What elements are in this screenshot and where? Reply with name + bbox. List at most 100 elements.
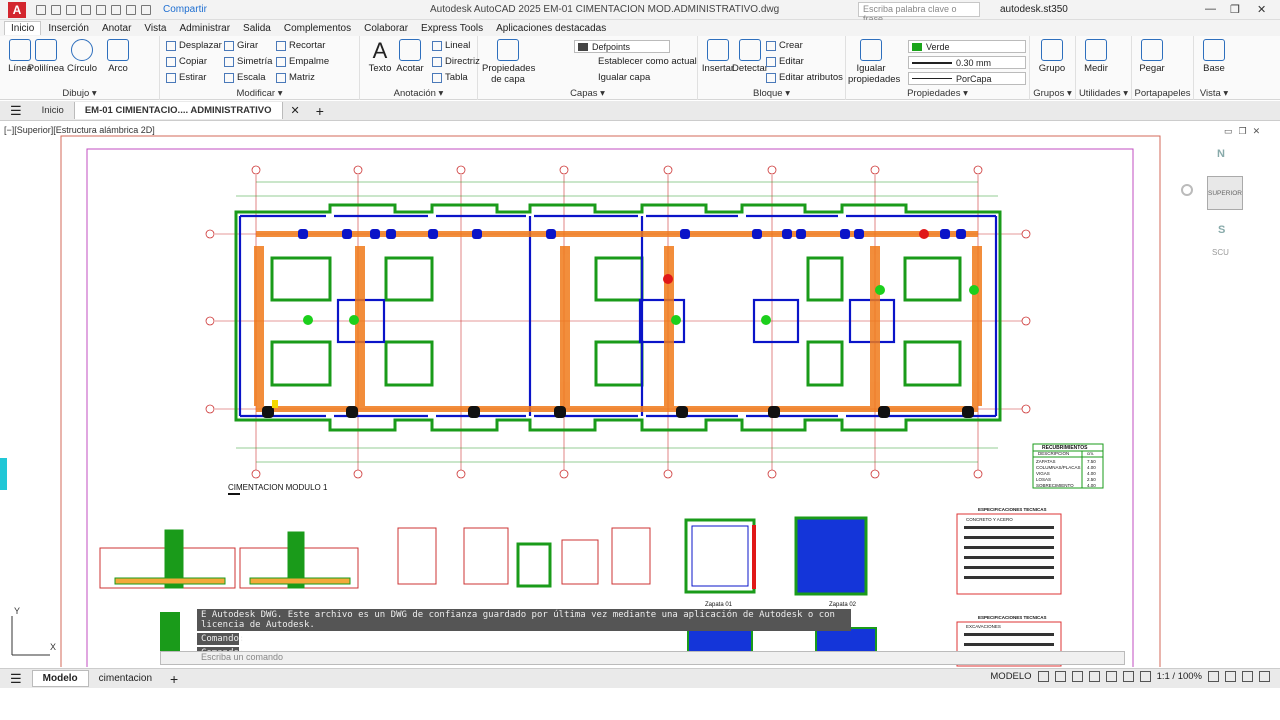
base-view-button[interactable]: Base [1194,39,1234,74]
save-icon[interactable] [66,4,76,15]
model-space-toggle[interactable]: MODELO [990,671,1031,682]
panel-title-dibujo[interactable]: Dibujo ▾ [0,88,159,99]
color-dropdown[interactable]: Verde [908,40,1026,53]
viewcube-ring-icon[interactable] [1181,184,1193,196]
viewport-restore-icon[interactable]: ❐ [1239,126,1247,137]
panel-title-anotacion[interactable]: Anotación ▾ [360,88,477,99]
array-button[interactable]: Matriz [276,72,315,83]
panel-title-capas[interactable]: Capas ▾ [478,88,697,99]
viewcube[interactable]: N SUPERIOR S SCU [1180,144,1270,264]
annotation-icon[interactable] [1139,671,1151,682]
paste-button[interactable]: Pegar [1132,39,1172,74]
tab-colaborar[interactable]: Colaborar [358,22,414,35]
trim-button[interactable]: Recortar [276,40,325,51]
circle-button[interactable]: Círculo [62,39,102,74]
drawing-canvas[interactable]: CIMENTACION MODULO 1 Zapata 01 Zapata 02 [0,121,1280,677]
tab-anotar[interactable]: Anotar [96,22,137,35]
share-button[interactable]: Compartir [163,4,207,15]
doc-tab-inicio[interactable]: Inicio [32,102,74,119]
tab-insercion[interactable]: Inserción [42,22,95,35]
new-tab-icon[interactable]: + [308,103,332,119]
viewport-minimize-icon[interactable]: ▭ [1224,126,1233,137]
tab-modelo[interactable]: Modelo [31,670,89,687]
linear-button[interactable]: Lineal [432,40,470,51]
minimize-icon[interactable]: — [1205,3,1216,15]
fillet-button[interactable]: Empalme [276,56,329,67]
panel-title-bloque[interactable]: Bloque ▾ [698,88,845,99]
detect-button[interactable]: Detectar [730,39,770,74]
tab-complementos[interactable]: Complementos [278,22,357,35]
plot-icon[interactable] [111,4,121,15]
undo-icon[interactable] [126,4,136,15]
add-icon[interactable] [1225,671,1236,682]
tab-salida[interactable]: Salida [237,22,277,35]
close-tab-icon[interactable]: ✕ [283,104,308,117]
save-as-icon[interactable] [81,4,91,15]
open-icon[interactable] [51,4,61,15]
tab-cimentacion[interactable]: cimentacion [89,671,162,686]
ortho-icon[interactable] [1071,671,1083,682]
table-button[interactable]: Tabla [432,72,468,83]
group-button[interactable]: Grupo [1032,39,1072,74]
scale-button[interactable]: Escala [224,72,266,83]
tab-inicio[interactable]: Inicio [4,21,42,35]
panel-title-vista[interactable]: Vista ▾ [1194,88,1234,99]
edit-attributes-button[interactable]: Editar atributos [766,72,843,83]
settings-icon[interactable] [1208,671,1219,682]
tab-express-tools[interactable]: Express Tools [415,22,489,35]
match-properties-button[interactable]: Igualar propiedades [848,39,900,85]
menu-icon[interactable]: ☰ [0,103,32,119]
viewcube-south[interactable]: S [1218,224,1225,236]
web-icon[interactable] [96,4,106,15]
edit-block-button[interactable]: Editar [766,56,804,67]
user-account[interactable]: autodesk.st350 [1000,4,1068,15]
layout-menu-icon[interactable]: ☰ [0,671,32,687]
arc-button[interactable]: Arco [98,39,138,74]
grid-icon[interactable] [1037,671,1049,682]
snap-icon[interactable] [1054,671,1066,682]
workspace-icon[interactable] [1242,671,1253,682]
tab-vista[interactable]: Vista [138,22,172,35]
new-icon[interactable] [36,4,46,15]
customize-icon[interactable] [1259,671,1270,682]
layer-properties-button[interactable]: Propiedades de capa [482,39,535,85]
tab-administrar[interactable]: Administrar [173,22,236,35]
mirror-button[interactable]: Simetría [224,56,272,67]
panel-title-utilidades[interactable]: Utilidades ▾ [1076,88,1131,99]
measure-button[interactable]: Medir [1076,39,1116,74]
maximize-icon[interactable]: ❐ [1230,3,1240,16]
lineweight-dropdown[interactable]: 0.30 mm [908,56,1026,69]
stretch-button[interactable]: Estirar [166,72,206,83]
copy-button[interactable]: Copiar [166,56,207,67]
panel-title-propiedades[interactable]: Propiedades ▾ [846,88,1029,99]
panel-title-grupos[interactable]: Grupos ▾ [1030,88,1075,99]
tab-aplicaciones[interactable]: Aplicaciones destacadas [490,22,612,35]
viewport-controls[interactable]: [−][Superior][Estructura alámbrica 2D] [4,125,155,135]
add-layout-icon[interactable]: + [162,671,186,687]
viewport-close-icon[interactable]: ✕ [1253,126,1261,137]
set-current-button[interactable]: Establecer como actual [598,56,697,67]
polyline-button[interactable]: Polilínea [26,39,66,74]
polar-icon[interactable] [1088,671,1100,682]
create-block-button[interactable]: Crear [766,40,803,51]
rotate-button[interactable]: Girar [224,40,258,51]
panel-title-portapapeles[interactable]: Portapapeles [1132,88,1193,99]
panel-title-modificar[interactable]: Modificar ▾ [160,88,359,99]
osnap-icon[interactable] [1105,671,1117,682]
close-icon[interactable]: ✕ [1257,3,1266,16]
match-layer-button[interactable]: Igualar capa [598,72,650,83]
dimension-button[interactable]: Acotar [390,39,430,74]
lineweight-icon[interactable] [1122,671,1134,682]
linetype-dropdown[interactable]: PorCapa [908,72,1026,85]
annotation-scale[interactable]: 1:1 / 100% [1157,671,1202,682]
search-input[interactable]: Escriba palabra clave o frase [858,2,980,24]
viewcube-face[interactable]: SUPERIOR [1207,176,1243,210]
command-input[interactable]: Escriba un comando [160,651,1125,665]
ucs-menu[interactable]: SCU [1212,248,1229,257]
layer-dropdown[interactable]: Defpoints [574,40,670,53]
autocad-logo[interactable]: A [8,1,26,18]
viewcube-north[interactable]: N [1217,148,1225,160]
leader-button[interactable]: Directriz [432,56,480,67]
doc-tab-drawing[interactable]: EM-01 CIMIENTACIO.... ADMINISTRATIVO [73,102,283,119]
redo-icon[interactable] [141,4,151,15]
